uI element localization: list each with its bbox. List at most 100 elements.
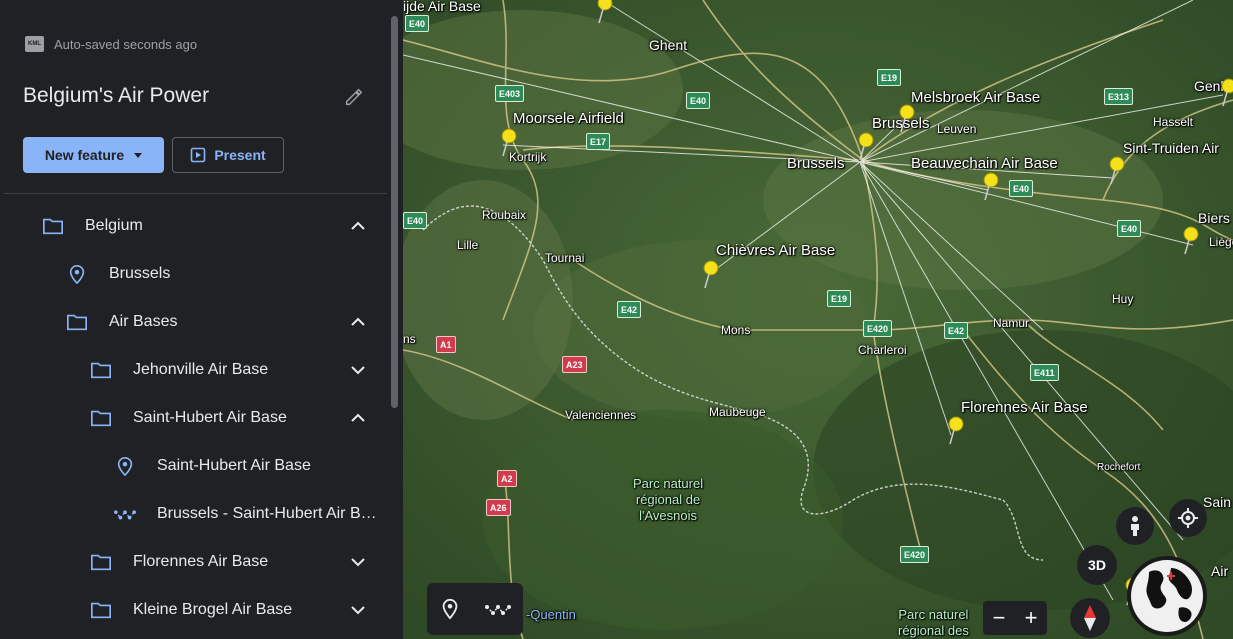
- 3d-toggle-button[interactable]: 3D: [1077, 545, 1117, 585]
- dropdown-caret-icon: [134, 152, 143, 158]
- pushpin-icon[interactable]: [699, 260, 721, 290]
- tree-item-air-bases[interactable]: Air Bases: [0, 298, 388, 346]
- pushpin-icon[interactable]: [1179, 226, 1201, 256]
- placemark-icon: [117, 456, 133, 476]
- pushpin-icon[interactable]: [1105, 156, 1127, 186]
- road-shield: E40: [405, 15, 430, 32]
- tree-item-label: Air Bases: [109, 313, 178, 330]
- folder-icon: [91, 554, 111, 571]
- edit-title-icon[interactable]: [343, 86, 365, 108]
- autosave-text: Auto-saved seconds ago: [54, 36, 198, 52]
- park-label: Parc naturel régional des: [898, 607, 969, 638]
- map-label: Roubaix: [482, 208, 527, 222]
- pushpin-icon[interactable]: [497, 128, 519, 158]
- chevron-up-icon[interactable]: [348, 216, 368, 236]
- pushpin-icon[interactable]: [944, 416, 966, 446]
- my-location-button[interactable]: [1169, 499, 1207, 537]
- map-label: Tournai: [545, 251, 585, 265]
- chevron-down-icon[interactable]: [348, 360, 368, 380]
- chevron-up-icon[interactable]: [348, 408, 368, 428]
- pushpin-icon[interactable]: [895, 104, 917, 134]
- drawing-toolbar: [427, 583, 523, 635]
- tree-item-brussels[interactable]: Brussels: [0, 250, 388, 298]
- map-label: -Quentin: [526, 607, 576, 622]
- map-label: Rochefort: [1097, 462, 1141, 473]
- map-label: Leuven: [937, 122, 977, 136]
- pushpin-icon[interactable]: [1217, 78, 1233, 108]
- chevron-down-icon[interactable]: [348, 552, 368, 572]
- kml-file-icon: KML: [25, 36, 44, 52]
- tree-item-label: Jehonville Air Base: [133, 361, 269, 378]
- folder-icon: [67, 314, 87, 331]
- road-shield: E403: [495, 85, 525, 102]
- road-shield: E40: [403, 212, 428, 229]
- map-label: Sain: [1203, 494, 1232, 510]
- map-label: Air: [1211, 563, 1229, 579]
- road-shield: E420: [863, 320, 893, 337]
- tree-item-jehonville[interactable]: Jehonville Air Base: [0, 346, 388, 394]
- tree-item-kleine-brogel[interactable]: Kleine Brogel Air Base: [0, 586, 388, 634]
- draw-path-icon[interactable]: [485, 598, 511, 620]
- map-label: Beauvechain Air Base: [911, 155, 1058, 172]
- map-label: ns: [403, 332, 416, 346]
- road-shield: A23: [562, 356, 587, 373]
- zoom-controls: − +: [983, 601, 1047, 635]
- tree-item-saint-hubert-folder[interactable]: Saint-Hubert Air Base: [0, 394, 388, 442]
- tree-item-label: Saint-Hubert Air Base: [157, 457, 311, 474]
- folder-icon: [91, 410, 111, 427]
- pushpin-icon[interactable]: [593, 0, 615, 25]
- folder-icon: [43, 218, 63, 235]
- road-shield: E19: [827, 290, 852, 307]
- map-label: Moorsele Airfield: [513, 110, 624, 127]
- present-icon: [191, 147, 206, 163]
- road-shield: E411: [1030, 364, 1059, 381]
- park-label: Parc naturel régional de l'Avesnois: [633, 476, 704, 523]
- folder-icon: [91, 362, 111, 379]
- zoom-out-button[interactable]: −: [993, 605, 1006, 631]
- chevron-down-icon[interactable]: [348, 600, 368, 620]
- pegman-icon: [1131, 516, 1139, 536]
- tree-item-label: Saint-Hubert Air Base: [133, 409, 287, 426]
- compass-button[interactable]: [1070, 598, 1110, 638]
- map-label: Liège: [1209, 235, 1233, 249]
- globe-navigator[interactable]: [1127, 556, 1207, 636]
- road-shield: A1: [436, 336, 456, 353]
- road-shield: E42: [617, 301, 642, 318]
- road-shield: A26: [486, 499, 511, 516]
- tree-item-florennes[interactable]: Florennes Air Base: [0, 538, 388, 586]
- present-label: Present: [214, 147, 266, 163]
- tree-item-belgium[interactable]: Belgium: [0, 202, 388, 250]
- tree-item-brussels-saint-hubert-path[interactable]: Brussels - Saint-Hubert Air B…: [0, 490, 388, 538]
- tree-item-saint-hubert-placemark[interactable]: Saint-Hubert Air Base: [0, 442, 388, 490]
- present-button[interactable]: Present: [172, 137, 284, 173]
- path-icon: [114, 510, 136, 520]
- map-label: Brussels: [787, 155, 845, 172]
- tree-item-label: Belgium: [85, 217, 143, 234]
- tree-item-label: Kleine Brogel Air Base: [133, 601, 293, 618]
- pushpin-icon[interactable]: [854, 132, 876, 162]
- road-shield: E420: [900, 546, 930, 563]
- street-view-button[interactable]: [1116, 507, 1154, 545]
- pushpin-icon[interactable]: [979, 172, 1001, 202]
- my-location-icon: [1178, 508, 1198, 528]
- add-placemark-icon[interactable]: [439, 598, 461, 620]
- placemark-icon: [69, 264, 85, 284]
- map-label: Lille: [457, 238, 479, 252]
- globe-icon: [1131, 560, 1203, 632]
- folder-icon: [91, 602, 111, 619]
- road-shield: E42: [944, 322, 969, 339]
- autosave-status: KML Auto-saved seconds ago: [25, 36, 197, 52]
- road-shield: E40: [686, 92, 711, 109]
- zoom-in-button[interactable]: +: [1025, 605, 1038, 631]
- sidebar-scrollbar[interactable]: [391, 16, 398, 408]
- map-label: ijde Air Base: [403, 0, 481, 14]
- road-shield: E40: [1009, 180, 1034, 197]
- tree-item-label: Brussels - Saint-Hubert Air B…: [157, 505, 377, 522]
- road-shield: E17: [586, 133, 611, 150]
- map-view[interactable]: ijde Air Base Ghent Melsbroek Air Base G…: [403, 0, 1233, 639]
- chevron-up-icon[interactable]: [348, 312, 368, 332]
- map-label: Namur: [993, 316, 1030, 330]
- new-feature-button[interactable]: New feature: [23, 137, 164, 173]
- tree-item-label: Florennes Air Base: [133, 553, 269, 570]
- project-title[interactable]: Belgium's Air Power: [23, 84, 209, 108]
